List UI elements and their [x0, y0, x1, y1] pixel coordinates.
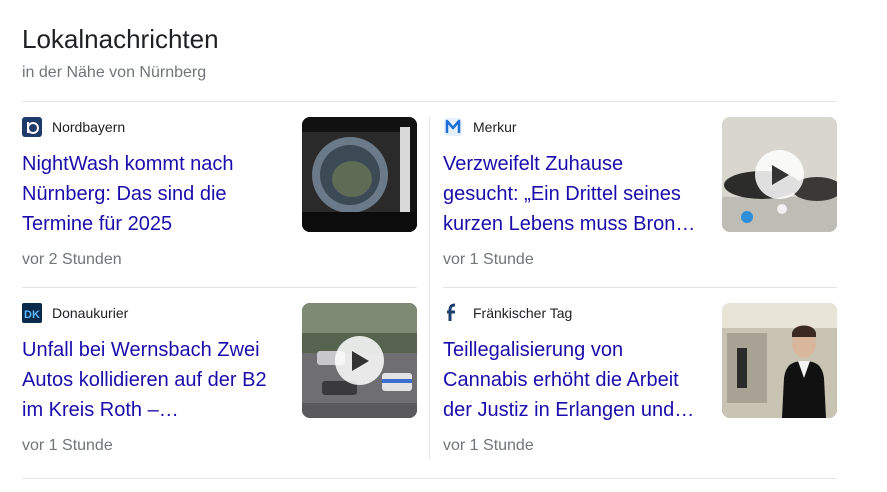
donaukurier-logo-icon: DK	[22, 303, 42, 323]
divider-middle-left	[22, 287, 417, 288]
news-card[interactable]: Fränkischer Tag Teillegalisierung von Ca…	[443, 303, 837, 473]
news-source: Merkur	[443, 117, 517, 137]
source-name: Merkur	[473, 119, 517, 135]
news-card[interactable]: Merkur Verzweifelt Zuhause gesucht: „Ein…	[443, 117, 837, 287]
play-video-icon[interactable]	[335, 336, 384, 385]
thumbnail-image	[302, 117, 417, 232]
section-title: Lokalnachrichten	[22, 24, 219, 54]
source-name: Donaukurier	[52, 305, 129, 321]
news-thumbnail[interactable]	[302, 117, 417, 232]
news-thumbnail[interactable]	[722, 303, 837, 418]
news-headline-link[interactable]: NightWash kommt nach Nürnberg: Das sind …	[22, 149, 277, 239]
source-name: Nordbayern	[52, 119, 126, 135]
divider-bottom	[22, 478, 837, 479]
divider-vertical	[429, 117, 430, 459]
news-timestamp: vor 1 Stunde	[443, 437, 534, 454]
news-timestamp: vor 2 Stunden	[22, 251, 122, 268]
news-card[interactable]: DK Donaukurier Unfall bei Wernsbach Zwei…	[22, 303, 417, 473]
play-video-icon[interactable]	[755, 150, 804, 199]
thumbnail-image	[722, 303, 837, 418]
news-headline-link[interactable]: Teillegalisierung von Cannabis erhöht di…	[443, 335, 698, 425]
source-name: Fränkischer Tag	[473, 305, 573, 321]
svg-text:DK: DK	[24, 309, 40, 321]
news-timestamp: vor 1 Stunde	[443, 251, 534, 268]
fraenkischer-tag-logo-icon	[443, 303, 463, 323]
news-timestamp: vor 1 Stunde	[22, 437, 113, 454]
divider-middle-right	[443, 287, 837, 288]
news-headline-link[interactable]: Verzweifelt Zuhause gesucht: „Ein Dritte…	[443, 149, 698, 239]
news-source: Fränkischer Tag	[443, 303, 572, 323]
nordbayern-logo-icon	[22, 117, 42, 137]
news-card[interactable]: Nordbayern NightWash kommt nach Nürnberg…	[22, 117, 417, 287]
news-source: Nordbayern	[22, 117, 125, 137]
merkur-logo-icon	[443, 117, 463, 137]
section-subtitle: in der Nähe von Nürnberg	[22, 64, 207, 81]
news-source: DK Donaukurier	[22, 303, 128, 323]
news-thumbnail[interactable]	[302, 303, 417, 418]
news-thumbnail[interactable]	[722, 117, 837, 232]
news-headline-link[interactable]: Unfall bei Wernsbach Zwei Autos kollidie…	[22, 335, 277, 425]
divider-top	[22, 101, 837, 102]
